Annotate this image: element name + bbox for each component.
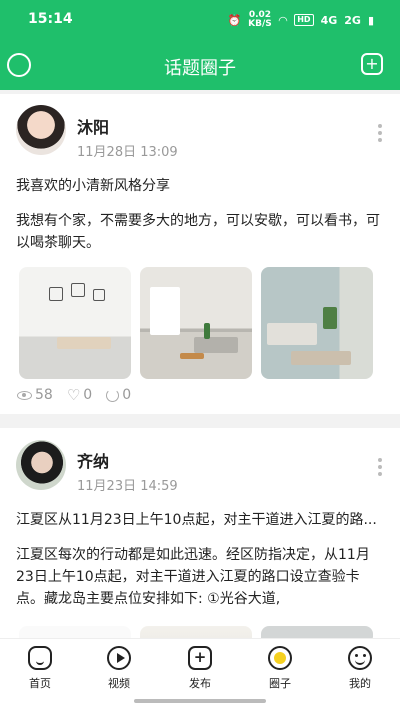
post-image[interactable] <box>140 267 252 379</box>
author-name[interactable]: 齐纳 <box>77 448 109 472</box>
post-feed[interactable]: 沐阳 11月28日 13:09 我喜欢的小清新风格分享 我想有个家，不需要多大的… <box>0 90 400 638</box>
page-title: 话题圈子 <box>164 58 236 79</box>
post-image[interactable] <box>261 267 373 379</box>
clock: 15:14 <box>28 11 73 27</box>
tab-circle[interactable]: 圈子 <box>250 646 310 691</box>
author-name[interactable]: 沐阳 <box>77 114 109 138</box>
avatar[interactable] <box>16 440 66 490</box>
post-date: 11月23日 14:59 <box>77 479 178 494</box>
status-bar: 15:14 ⏰ 0.02 KB/S ◠ HD 4G 2G ▮ <box>0 0 400 40</box>
post-body[interactable]: 我想有个家，不需要多大的地方，可以安歇，可以看书，可以喝茶聊天。 <box>16 210 384 254</box>
share-button[interactable]: 0 <box>106 387 131 403</box>
post-title[interactable]: 江夏区从11月23日上午10点起，对主干道进入江夏的路... <box>16 509 384 531</box>
alarm-icon: ⏰ <box>227 13 242 27</box>
post-image[interactable] <box>19 626 131 638</box>
like-button[interactable]: ♡ 0 <box>67 386 92 404</box>
publish-icon: + <box>188 646 212 670</box>
eye-icon <box>17 390 32 400</box>
profile-icon <box>348 646 372 670</box>
tab-video[interactable]: 视频 <box>89 646 149 691</box>
post-image[interactable] <box>261 626 373 638</box>
photo-grid <box>19 267 373 379</box>
post-body[interactable]: 江夏区每次的行动都是如此迅速。经区防指决定，从11月23日上午10点起，对主干道… <box>16 544 384 610</box>
video-icon <box>107 646 131 670</box>
home-icon <box>28 646 52 670</box>
circle-icon <box>268 646 292 670</box>
post-card[interactable]: 齐纳 11月23日 14:59 江夏区从11月23日上午10点起，对主干道进入江… <box>0 428 400 638</box>
smile-icon[interactable] <box>7 53 31 77</box>
heart-icon: ♡ <box>66 386 81 404</box>
net-speed: 0.02 KB/S <box>248 10 272 29</box>
post-stats: 58 ♡ 0 0 <box>17 386 131 404</box>
home-indicator <box>134 699 266 703</box>
post-title[interactable]: 我喜欢的小清新风格分享 <box>16 175 384 197</box>
post-image[interactable] <box>19 267 131 379</box>
avatar[interactable] <box>16 105 66 155</box>
post-date: 11月28日 13:09 <box>77 145 178 160</box>
battery-icon: ▮ <box>367 13 374 27</box>
post-image[interactable] <box>140 626 252 638</box>
more-options-icon[interactable] <box>377 124 383 142</box>
more-options-icon[interactable] <box>377 458 383 476</box>
photo-grid <box>19 626 373 638</box>
post-card[interactable]: 沐阳 11月28日 13:09 我喜欢的小清新风格分享 我想有个家，不需要多大的… <box>0 94 400 414</box>
signal-4g: 4G <box>320 13 338 27</box>
wifi-icon: ◠ <box>278 13 288 27</box>
view-count: 58 <box>17 387 53 403</box>
hd-badge: HD <box>294 14 314 26</box>
tab-home[interactable]: 首页 <box>10 646 70 691</box>
tab-mine[interactable]: 我的 <box>330 646 390 691</box>
status-icons: ⏰ 0.02 KB/S ◠ HD 4G 2G ▮ <box>227 11 374 29</box>
tab-publish[interactable]: + 发布 <box>170 646 230 691</box>
add-post-button[interactable]: + <box>361 53 383 75</box>
share-icon <box>106 388 120 402</box>
title-bar: 话题圈子 <box>0 40 400 90</box>
signal-2g: 2G <box>344 13 361 27</box>
